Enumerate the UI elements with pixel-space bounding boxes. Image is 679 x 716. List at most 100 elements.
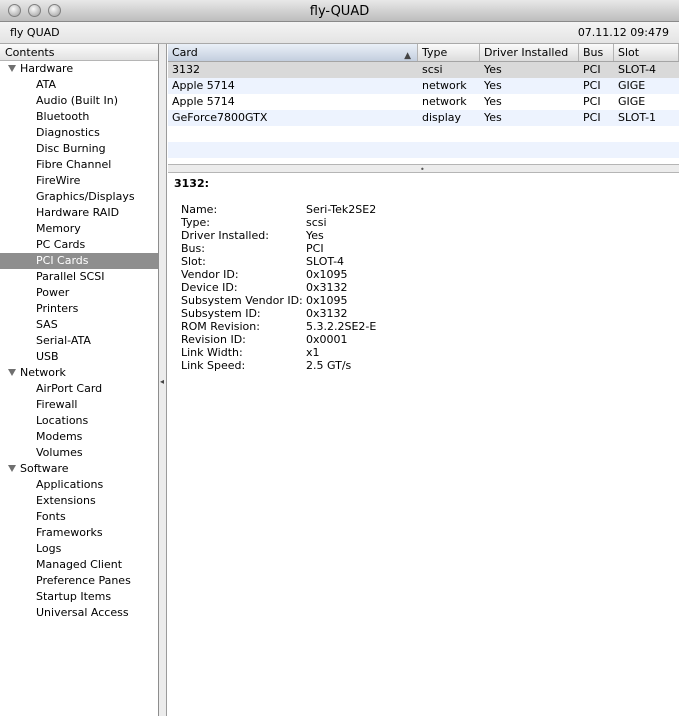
cell-card: GeForce7800GTX	[172, 111, 268, 124]
detail-heading: 3132:	[174, 177, 210, 190]
cell-driver-installed: Yes	[484, 111, 502, 124]
sidebar-item-firewire[interactable]: FireWire	[0, 173, 158, 189]
cell-driver-installed: Yes	[484, 63, 502, 76]
cell-slot: GIGE	[618, 95, 646, 108]
sort-ascending-icon[interactable]: ▲	[404, 47, 411, 65]
cell-bus: PCI	[583, 63, 601, 76]
sidebar-item-label: Logs	[36, 542, 62, 555]
sidebar-item-label: Fibre Channel	[36, 158, 112, 171]
sidebar-item-preference-panes[interactable]: Preference Panes	[0, 573, 158, 589]
sidebar-item-audio-built-in[interactable]: Audio (Built In)	[0, 93, 158, 109]
column-header-slot[interactable]: Slot	[614, 44, 679, 61]
property-key: Link Width:	[181, 346, 243, 359]
vertical-splitter[interactable]: ◂	[159, 44, 167, 716]
sidebar-item-label: Diagnostics	[36, 126, 100, 139]
cell-driver-installed: Yes	[484, 79, 502, 92]
column-header-driver-installed[interactable]: Driver Installed	[480, 44, 579, 61]
splitter-grip-icon[interactable]: ◂	[160, 377, 164, 386]
sidebar-item-extensions[interactable]: Extensions	[0, 493, 158, 509]
property-row-slot: Slot: SLOT-4	[181, 255, 376, 268]
sidebar-item-hardware-raid[interactable]: Hardware RAID	[0, 205, 158, 221]
sidebar-item-graphics-displays[interactable]: Graphics/Displays	[0, 189, 158, 205]
sidebar-group-label: Network	[20, 366, 66, 379]
property-row-driver-installed: Driver Installed: Yes	[181, 229, 376, 242]
sidebar-item-frameworks[interactable]: Frameworks	[0, 525, 158, 541]
sidebar-item-pc-cards[interactable]: PC Cards	[0, 237, 158, 253]
sidebar-header: Contents	[0, 44, 158, 61]
sidebar-item-firewall[interactable]: Firewall	[0, 397, 158, 413]
sidebar-item-locations[interactable]: Locations	[0, 413, 158, 429]
column-header-label: Card	[172, 46, 198, 59]
property-row-link-width: Link Width: x1	[181, 346, 376, 359]
sidebar-item-fibre-channel[interactable]: Fibre Channel	[0, 157, 158, 173]
sidebar-item-universal-access[interactable]: Universal Access	[0, 605, 158, 621]
property-value: 0x1095	[306, 268, 348, 281]
sidebar-item-label: Volumes	[36, 446, 83, 459]
property-value: x1	[306, 346, 320, 359]
sidebar-item-bluetooth[interactable]: Bluetooth	[0, 109, 158, 125]
cell-type: scsi	[422, 63, 443, 76]
table-row[interactable]: 3132 scsi Yes PCI SLOT-4	[168, 62, 679, 78]
table-row[interactable]: Apple 5714 network Yes PCI GIGE	[168, 78, 679, 94]
sidebar-item-fonts[interactable]: Fonts	[0, 509, 158, 525]
sidebar-item-volumes[interactable]: Volumes	[0, 445, 158, 461]
sidebar-item-airport-card[interactable]: AirPort Card	[0, 381, 158, 397]
sidebar-group-label: Hardware	[20, 62, 74, 75]
property-key: Subsystem Vendor ID:	[181, 294, 303, 307]
sidebar-item-ata[interactable]: ATA	[0, 77, 158, 93]
sidebar-item-serial-ata[interactable]: Serial-ATA	[0, 333, 158, 349]
sidebar-item-label: AirPort Card	[36, 382, 103, 395]
property-key: Revision ID:	[181, 333, 246, 346]
sidebar-item-label: Startup Items	[36, 590, 112, 603]
sidebar-item-memory[interactable]: Memory	[0, 221, 158, 237]
property-value: 0x3132	[306, 307, 348, 320]
sidebar-item-parallel-scsi[interactable]: Parallel SCSI	[0, 269, 158, 285]
sidebar-item-modems[interactable]: Modems	[0, 429, 158, 445]
property-value: PCI	[306, 242, 324, 255]
column-header-type[interactable]: Type	[418, 44, 480, 61]
sidebar-item-usb[interactable]: USB	[0, 349, 158, 365]
sidebar-item-label: Parallel SCSI	[36, 270, 105, 283]
property-key: ROM Revision:	[181, 320, 260, 333]
property-key: Vendor ID:	[181, 268, 239, 281]
property-key: Bus:	[181, 242, 205, 255]
sidebar-item-diagnostics[interactable]: Diagnostics	[0, 125, 158, 141]
sidebar-item-managed-client[interactable]: Managed Client	[0, 557, 158, 573]
sidebar-group-label: Software	[20, 462, 69, 475]
sidebar-item-label: ATA	[36, 78, 57, 91]
property-row-subsystem-id: Subsystem ID: 0x3132	[181, 307, 376, 320]
sidebar-item-label: Printers	[36, 302, 79, 315]
cell-slot: GIGE	[618, 79, 646, 92]
sidebar-item-applications[interactable]: Applications	[0, 477, 158, 493]
sidebar-item-label: PC Cards	[36, 238, 86, 251]
table-row[interactable]: Apple 5714 network Yes PCI GIGE	[168, 94, 679, 110]
sidebar-item-label: Locations	[36, 414, 89, 427]
property-key: Subsystem ID:	[181, 307, 261, 320]
column-header-bus[interactable]: Bus	[579, 44, 614, 61]
property-value: 0x3132	[306, 281, 348, 294]
sidebar-group-hardware[interactable]: Hardware	[0, 61, 158, 77]
disclosure-triangle-icon[interactable]	[8, 368, 16, 376]
cell-bus: PCI	[583, 79, 601, 92]
sidebar-item-logs[interactable]: Logs	[0, 541, 158, 557]
property-key: Device ID:	[181, 281, 238, 294]
sidebar-item-startup-items[interactable]: Startup Items	[0, 589, 158, 605]
table-row[interactable]: GeForce7800GTX display Yes PCI SLOT-1	[168, 110, 679, 126]
sidebar-item-disc-burning[interactable]: Disc Burning	[0, 141, 158, 157]
sidebar-group-network[interactable]: Network	[0, 365, 158, 381]
property-row-link-speed: Link Speed: 2.5 GT/s	[181, 359, 376, 372]
sidebar-group-software[interactable]: Software	[0, 461, 158, 477]
column-header-card[interactable]: Card ▲	[168, 44, 418, 61]
horizontal-splitter[interactable]: •	[168, 164, 679, 174]
contents-tree: Hardware ATA Audio (Built In) Bluetooth Diag…	[0, 61, 158, 621]
sidebar-item-printers[interactable]: Printers	[0, 301, 158, 317]
disclosure-triangle-icon[interactable]	[8, 464, 16, 472]
cell-card: 3132	[172, 63, 200, 76]
sidebar-item-sas[interactable]: SAS	[0, 317, 158, 333]
sidebar-item-pci-cards[interactable]: PCI Cards	[0, 253, 158, 269]
property-row-bus: Bus: PCI	[181, 242, 376, 255]
property-key: Link Speed:	[181, 359, 246, 372]
sidebar-item-power[interactable]: Power	[0, 285, 158, 301]
sidebar-item-label: Frameworks	[36, 526, 103, 539]
disclosure-triangle-icon[interactable]	[8, 64, 16, 72]
